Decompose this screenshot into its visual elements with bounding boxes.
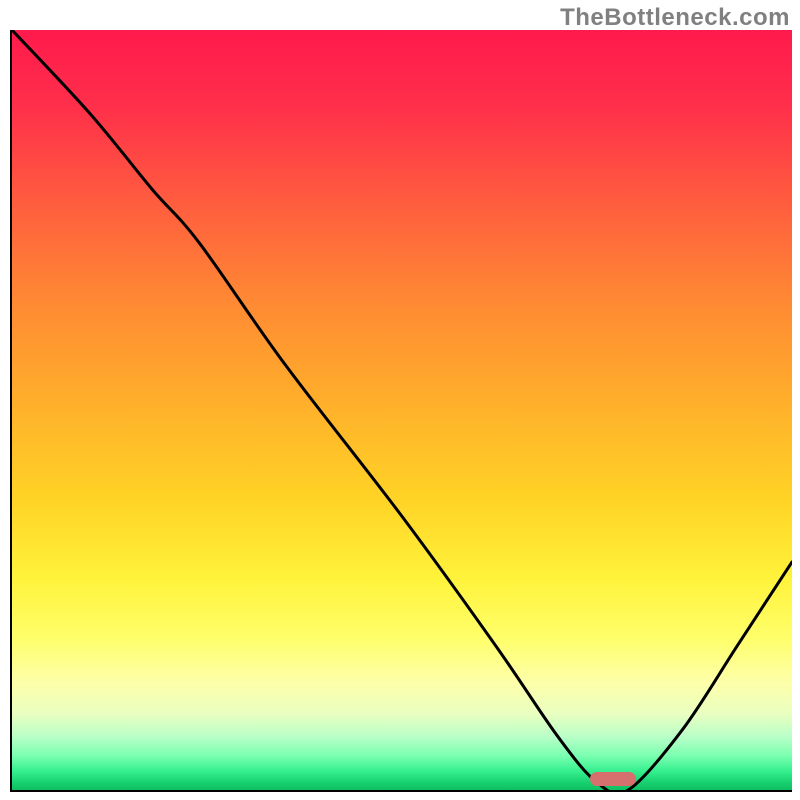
- chart-frame: TheBottleneck.com: [0, 0, 800, 800]
- watermark-text: TheBottleneck.com: [560, 4, 790, 32]
- curve-svg: [12, 30, 792, 790]
- plot-area: [10, 30, 792, 792]
- bottleneck-curve-path: [12, 30, 792, 790]
- optimal-marker: [590, 772, 636, 786]
